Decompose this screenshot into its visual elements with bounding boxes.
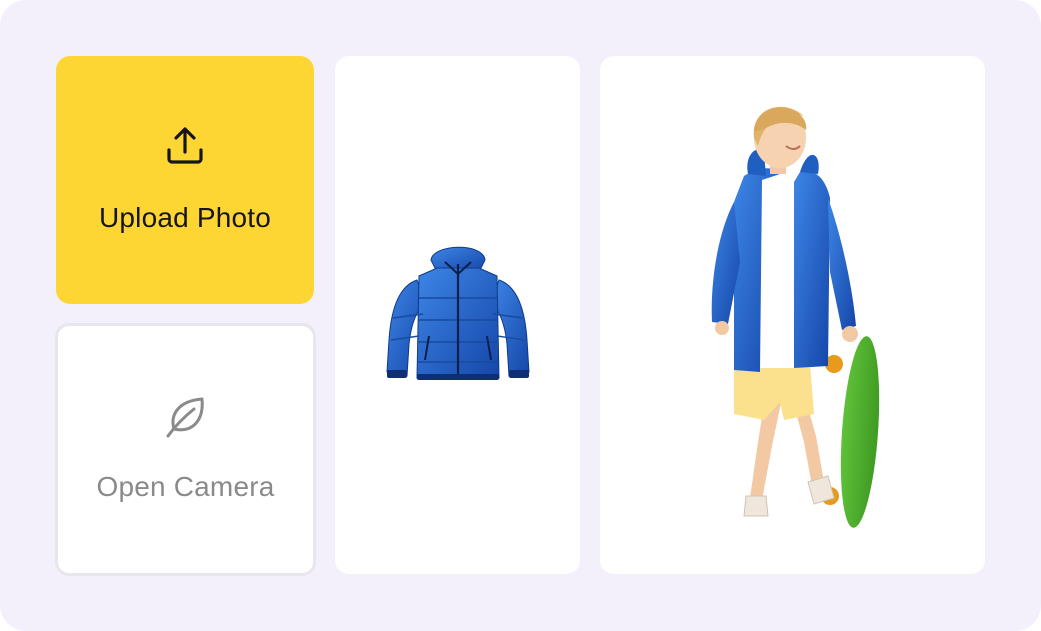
upload-photo-label: Upload Photo [98,202,272,233]
model-image-card[interactable] [600,56,985,574]
child-with-skateboard-image [711,106,880,528]
upload-photo-button[interactable]: Upload Photo [56,56,314,304]
open-camera-button[interactable]: Open Camera [55,323,316,576]
product-image-card[interactable] [335,56,580,574]
upload-icon [167,127,203,164]
puffer-jacket-image [386,246,530,380]
photo-source-panel: Upload Photo Open Camera [0,0,1041,631]
open-camera-label: Open Camera [96,471,275,502]
leaf-icon [166,397,204,438]
